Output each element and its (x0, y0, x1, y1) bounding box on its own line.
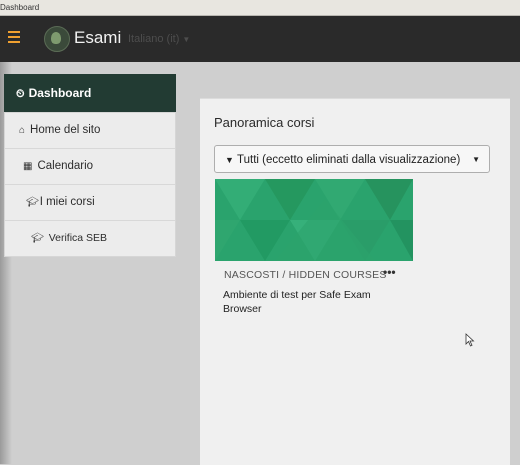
site-logo[interactable] (44, 26, 70, 52)
filter-icon: ▼ (225, 155, 234, 165)
course-image[interactable] (215, 179, 413, 261)
sidebar: ⏲ Dashboard ⌂ Home del sito ▦ Calendario 🎓︎… (4, 74, 176, 257)
tab-title: Dashboard (0, 3, 40, 12)
sidebar-item-label: Verifica SEB (48, 232, 108, 244)
hamburger-icon[interactable] (8, 31, 20, 45)
course-category: NASCOSTI / HIDDEN COURSES (224, 269, 387, 281)
tachometer-icon: ⏲ (16, 88, 25, 100)
sidebar-item-verifica-seb[interactable]: 🎓︎ Verifica SEB (5, 221, 175, 256)
sidebar-item-label: I miei corsi (39, 196, 95, 208)
language-label: Italiano (it) (128, 33, 180, 45)
filter-selected: Tutti (eccetto eliminati dalla visualizz… (237, 154, 461, 166)
calendar-icon: ▦ (23, 161, 33, 172)
sidebar-item-label: Home del sito (30, 124, 101, 136)
sidebar-item-home[interactable]: ⌂ Home del sito (5, 113, 175, 149)
graduation-cap-icon: 🎓︎ (31, 233, 44, 244)
course-pattern (215, 179, 413, 261)
sidebar-item-label: Calendario (37, 160, 94, 172)
sidebar-item-calendario[interactable]: ▦ Calendario (5, 149, 175, 185)
language-selector[interactable]: Italiano (it) ▼ (128, 30, 190, 49)
course-overview-panel: Panoramica corsi ▼ Tutti (eccetto elimin… (200, 98, 510, 465)
sidebar-item-dashboard[interactable]: ⏲ Dashboard (4, 74, 176, 112)
caret-down-icon: ▼ (472, 155, 480, 164)
sidebar-item-miei-corsi[interactable]: 🎓︎I miei corsi (5, 185, 175, 221)
section-title: Panoramica corsi (214, 115, 315, 130)
mouse-pointer-icon (465, 333, 475, 347)
course-actions-button[interactable]: ••• (383, 265, 396, 279)
graduation-cap-icon: 🎓︎ (26, 197, 39, 208)
top-navbar: Esami Italiano (it) ▼ (0, 16, 520, 62)
sidebar-menu: ⌂ Home del sito ▦ Calendario 🎓︎I miei cors… (4, 112, 176, 257)
course-filter-dropdown[interactable]: ▼ Tutti (eccetto eliminati dalla visuali… (214, 145, 490, 173)
browser-tab[interactable]: Dashboard (0, 0, 520, 16)
home-icon: ⌂ (19, 125, 26, 136)
caret-down-icon: ▼ (182, 35, 191, 44)
sidebar-item-label: Dashboard (28, 86, 92, 100)
site-brand[interactable]: Esami (74, 26, 121, 50)
course-name-link[interactable]: Ambiente di test per Safe Exam Browser (223, 288, 383, 316)
